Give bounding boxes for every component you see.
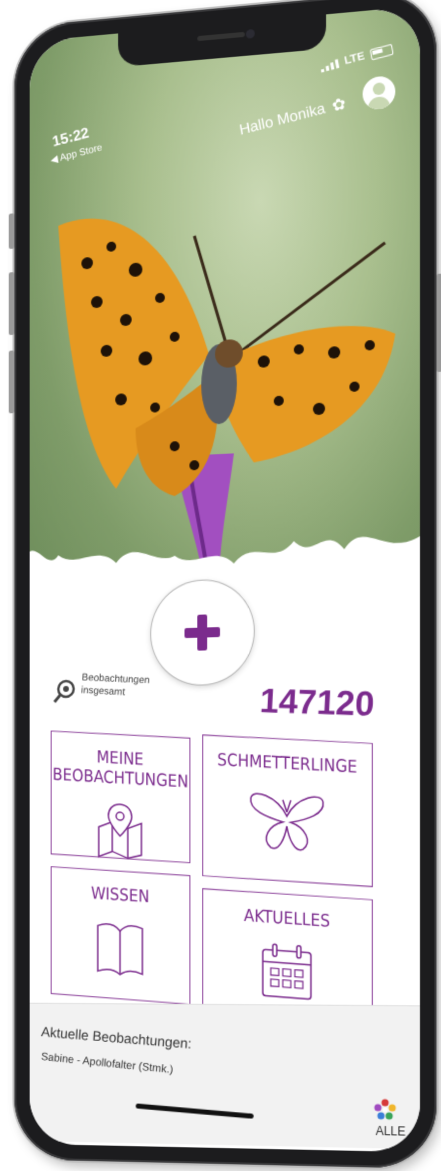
recent-observation-item[interactable]: Sabine - Apollofalter (Stmk.) (41, 1051, 174, 1076)
magnifier-icon (53, 678, 78, 704)
app-screen: 15:22 ◀ App Store LTE Hallo Monika ✿ Beo… (29, 5, 420, 1153)
hero-image (29, 5, 420, 631)
calendar-icon (259, 939, 315, 1004)
map-pin-icon (91, 799, 149, 862)
tile-butterflies[interactable]: SCHMETTERLINGE (202, 734, 373, 888)
add-observation-button[interactable] (151, 578, 254, 686)
tile-label: MEINE BEOBACHTUNGEN (52, 747, 189, 793)
home-indicator[interactable] (135, 1103, 254, 1119)
tile-my-observations[interactable]: MEINE BEOBACHTUNGEN (50, 730, 191, 864)
filter-all-label[interactable]: ALLE (376, 1124, 406, 1139)
power-button (436, 273, 441, 373)
butterfly-icon (247, 784, 327, 859)
recent-observations-panel[interactable]: Aktuelle Beobachtungen: Sabine - Apollof… (29, 1002, 420, 1150)
butterfly-photo (29, 209, 420, 631)
tile-label: AKTUELLES (243, 905, 331, 932)
tile-knowledge[interactable]: WISSEN (50, 866, 191, 1005)
tile-label: SCHMETTERLINGE (217, 750, 358, 778)
recent-observations-title: Aktuelle Beobachtungen: (40, 1023, 193, 1052)
colorful-flower-icon[interactable] (373, 1097, 398, 1122)
book-icon (94, 915, 146, 978)
plus-icon (184, 614, 221, 651)
volume-up-button (8, 272, 15, 336)
observations-count: 147120 (258, 682, 376, 724)
phone-frame: 15:22 ◀ App Store LTE Hallo Monika ✿ Beo… (8, 0, 441, 1169)
mute-switch (8, 213, 15, 249)
volume-down-button (8, 350, 15, 414)
tile-label: WISSEN (90, 883, 150, 908)
observations-total-label: Beobachtungen insgesamt (81, 671, 151, 700)
